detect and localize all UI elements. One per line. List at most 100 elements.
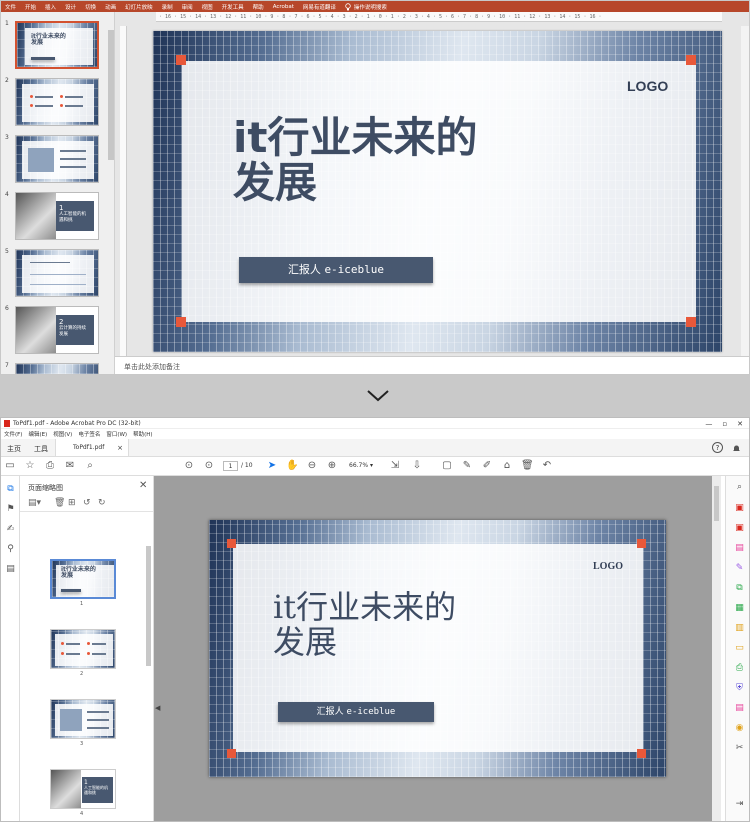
create-pdf-icon[interactable]: ▣	[734, 523, 745, 534]
document-scrollbar[interactable]	[712, 476, 721, 821]
signatures-icon[interactable]: ✍	[5, 524, 16, 534]
layers-icon[interactable]: ▤	[5, 564, 16, 574]
minimize-icon[interactable]: —	[705, 420, 712, 428]
bookmark-star-icon[interactable]: ☆	[24, 460, 36, 472]
scan-ocr-icon[interactable]: ⎙	[734, 663, 745, 674]
slide-canvas[interactable]: LOGO it行业未来的 发展 汇报人 e-iceblue	[153, 31, 722, 352]
tab-document[interactable]: ToPdf1.pdf ×	[55, 439, 129, 456]
collapse-left-icon[interactable]: ◀	[155, 704, 160, 712]
more-tools-icon[interactable]: ✂	[734, 743, 745, 754]
search-icon[interactable]: ⌕	[84, 460, 96, 472]
send-for-review-icon[interactable]: ▥	[734, 623, 745, 634]
tell-me-search[interactable]: 操作说明搜索	[345, 2, 396, 11]
notes-pane[interactable]: 单击此处添加备注	[115, 356, 749, 374]
help-icon[interactable]: ?	[712, 442, 723, 453]
ribbon-tab-home[interactable]: 开始	[25, 3, 36, 11]
thumbnail-scrollbar[interactable]	[146, 546, 151, 666]
menu-help[interactable]: 帮助(H)	[133, 430, 152, 438]
comment-tool-icon[interactable]: ▭	[734, 643, 745, 654]
menu-view[interactable]: 视图(V)	[53, 430, 72, 438]
ribbon-tab-youdao[interactable]: 网易有道翻译	[303, 3, 336, 11]
menu-window[interactable]: 窗口(W)	[106, 430, 127, 438]
ribbon-tab-insert[interactable]: 插入	[45, 3, 56, 11]
zoom-level-select[interactable]: 66.7% ▾	[346, 461, 380, 471]
scrollbar-thumb[interactable]	[714, 486, 719, 521]
slide-thumb-4[interactable]: 1 人工智能的机 遇和挑	[15, 192, 99, 240]
fit-page-icon[interactable]: ⇲	[389, 460, 401, 472]
zoom-out-icon[interactable]: ⊖	[306, 460, 318, 472]
close-icon[interactable]: ✕	[737, 420, 743, 428]
delete-icon[interactable]: 🗑	[521, 460, 534, 472]
thumbnail-scrollbar[interactable]	[108, 30, 114, 160]
highlight-pen-icon[interactable]: ✎	[461, 460, 473, 472]
previous-page-icon[interactable]: ⊙	[183, 460, 195, 472]
window-title: ToPdf1.pdf - Adobe Acrobat Pro DC (32-bi…	[13, 419, 141, 427]
tab-home[interactable]: 主页	[1, 439, 28, 456]
menu-edit[interactable]: 编辑(E)	[28, 430, 47, 438]
fill-sign-icon[interactable]: ✎	[734, 563, 745, 574]
next-page-icon[interactable]: ⊙	[203, 460, 215, 472]
pdf-page-thumb-3[interactable]	[50, 699, 116, 739]
undo-icon[interactable]: ↶	[541, 460, 553, 472]
scroll-mode-icon[interactable]: ⇩	[411, 460, 423, 472]
ribbon-tab-developer[interactable]: 开发工具	[222, 3, 244, 11]
combine-files-icon[interactable]: ⧉	[734, 583, 745, 594]
zoom-search-icon[interactable]: ⌕	[734, 482, 745, 493]
pdf-page-thumb-2[interactable]	[50, 629, 116, 669]
page-number-input[interactable]: 1	[223, 461, 238, 471]
protect-icon[interactable]: ⛨	[734, 683, 745, 694]
ribbon-tab-design[interactable]: 设计	[65, 3, 76, 11]
comment-icon[interactable]: ▢	[441, 460, 453, 472]
save-icon[interactable]: ▭	[4, 460, 16, 472]
insert-page-icon[interactable]: ⊞	[68, 498, 76, 508]
zoom-in-icon[interactable]: ⊕	[326, 460, 338, 472]
ribbon-tab-file[interactable]: 文件	[5, 3, 16, 11]
slide-thumb-7[interactable]	[15, 363, 99, 374]
thumb-whitebox	[55, 634, 113, 666]
select-cursor-icon[interactable]: ➤	[266, 460, 278, 472]
slide-thumb-2[interactable]	[15, 78, 99, 126]
print-icon[interactable]: ⎙	[44, 460, 56, 472]
email-icon[interactable]: ✉	[64, 460, 76, 472]
ribbon-tab-slideshow[interactable]: 幻灯片放映	[125, 3, 153, 11]
ribbon-tab-animations[interactable]: 动画	[105, 3, 116, 11]
hand-tool-icon[interactable]: ✋	[286, 460, 298, 472]
panel-close-icon[interactable]: ✕	[139, 480, 147, 491]
organize-pages-icon[interactable]: ▦	[734, 603, 745, 614]
bookmarks-icon[interactable]: ⚑	[5, 504, 16, 514]
delete-page-icon[interactable]: 🗑	[54, 498, 65, 508]
pdf-page-thumb-4[interactable]: 1 人工智能的机 遇和挑	[50, 769, 116, 809]
maximize-icon[interactable]: ▫	[722, 420, 727, 428]
menu-esign[interactable]: 电子签名	[78, 430, 100, 438]
ribbon-tab-help[interactable]: 帮助	[253, 3, 264, 11]
measure-icon[interactable]: ◉	[734, 723, 745, 734]
export-pdf-icon[interactable]: ▣	[734, 503, 745, 514]
tab-close-icon[interactable]: ×	[117, 444, 123, 456]
slide-scrollbar[interactable]	[741, 26, 749, 356]
pdf-page-1[interactable]: LOGO it行业未来的 发展 汇报人 e-iceblue	[209, 520, 666, 777]
edit-pdf-icon[interactable]: ▤	[734, 543, 745, 554]
rotate-left-icon[interactable]: ↺	[83, 498, 91, 508]
expand-panel-icon[interactable]: ⇥	[734, 799, 745, 810]
page-thumbnails-icon[interactable]: ⧉	[5, 484, 16, 494]
ribbon-tab-acrobat[interactable]: Acrobat	[273, 4, 294, 10]
ribbon-tab-view[interactable]: 视图	[202, 3, 213, 11]
ribbon-tab-record[interactable]: 录制	[162, 3, 173, 11]
slide-thumb-6[interactable]: 2 云计算的持续 发展	[15, 306, 99, 354]
slide-thumb-5[interactable]	[15, 249, 99, 297]
prepare-form-icon[interactable]: ▤	[734, 703, 745, 714]
notification-bell-icon[interactable]	[732, 444, 741, 453]
slide-thumb-3[interactable]	[15, 135, 99, 183]
tab-tools[interactable]: 工具	[28, 439, 55, 456]
pdf-page-thumb-1[interactable]: it行业未来的 发展	[50, 559, 116, 599]
ribbon-tab-transitions[interactable]: 切换	[85, 3, 96, 11]
stamp-icon[interactable]: ⌂	[501, 460, 513, 472]
ribbon-tab-review[interactable]: 审阅	[182, 3, 193, 11]
options-menu-icon[interactable]: ▤▾	[28, 498, 41, 508]
thumb-line	[92, 653, 106, 655]
draw-icon[interactable]: ✐	[481, 460, 493, 472]
menu-file[interactable]: 文件(F)	[4, 430, 22, 438]
rotate-right-icon[interactable]: ↻	[98, 498, 106, 508]
slide-thumb-1[interactable]: it行业未来的 发展	[15, 21, 99, 69]
attachments-icon[interactable]: ⚲	[5, 544, 16, 554]
